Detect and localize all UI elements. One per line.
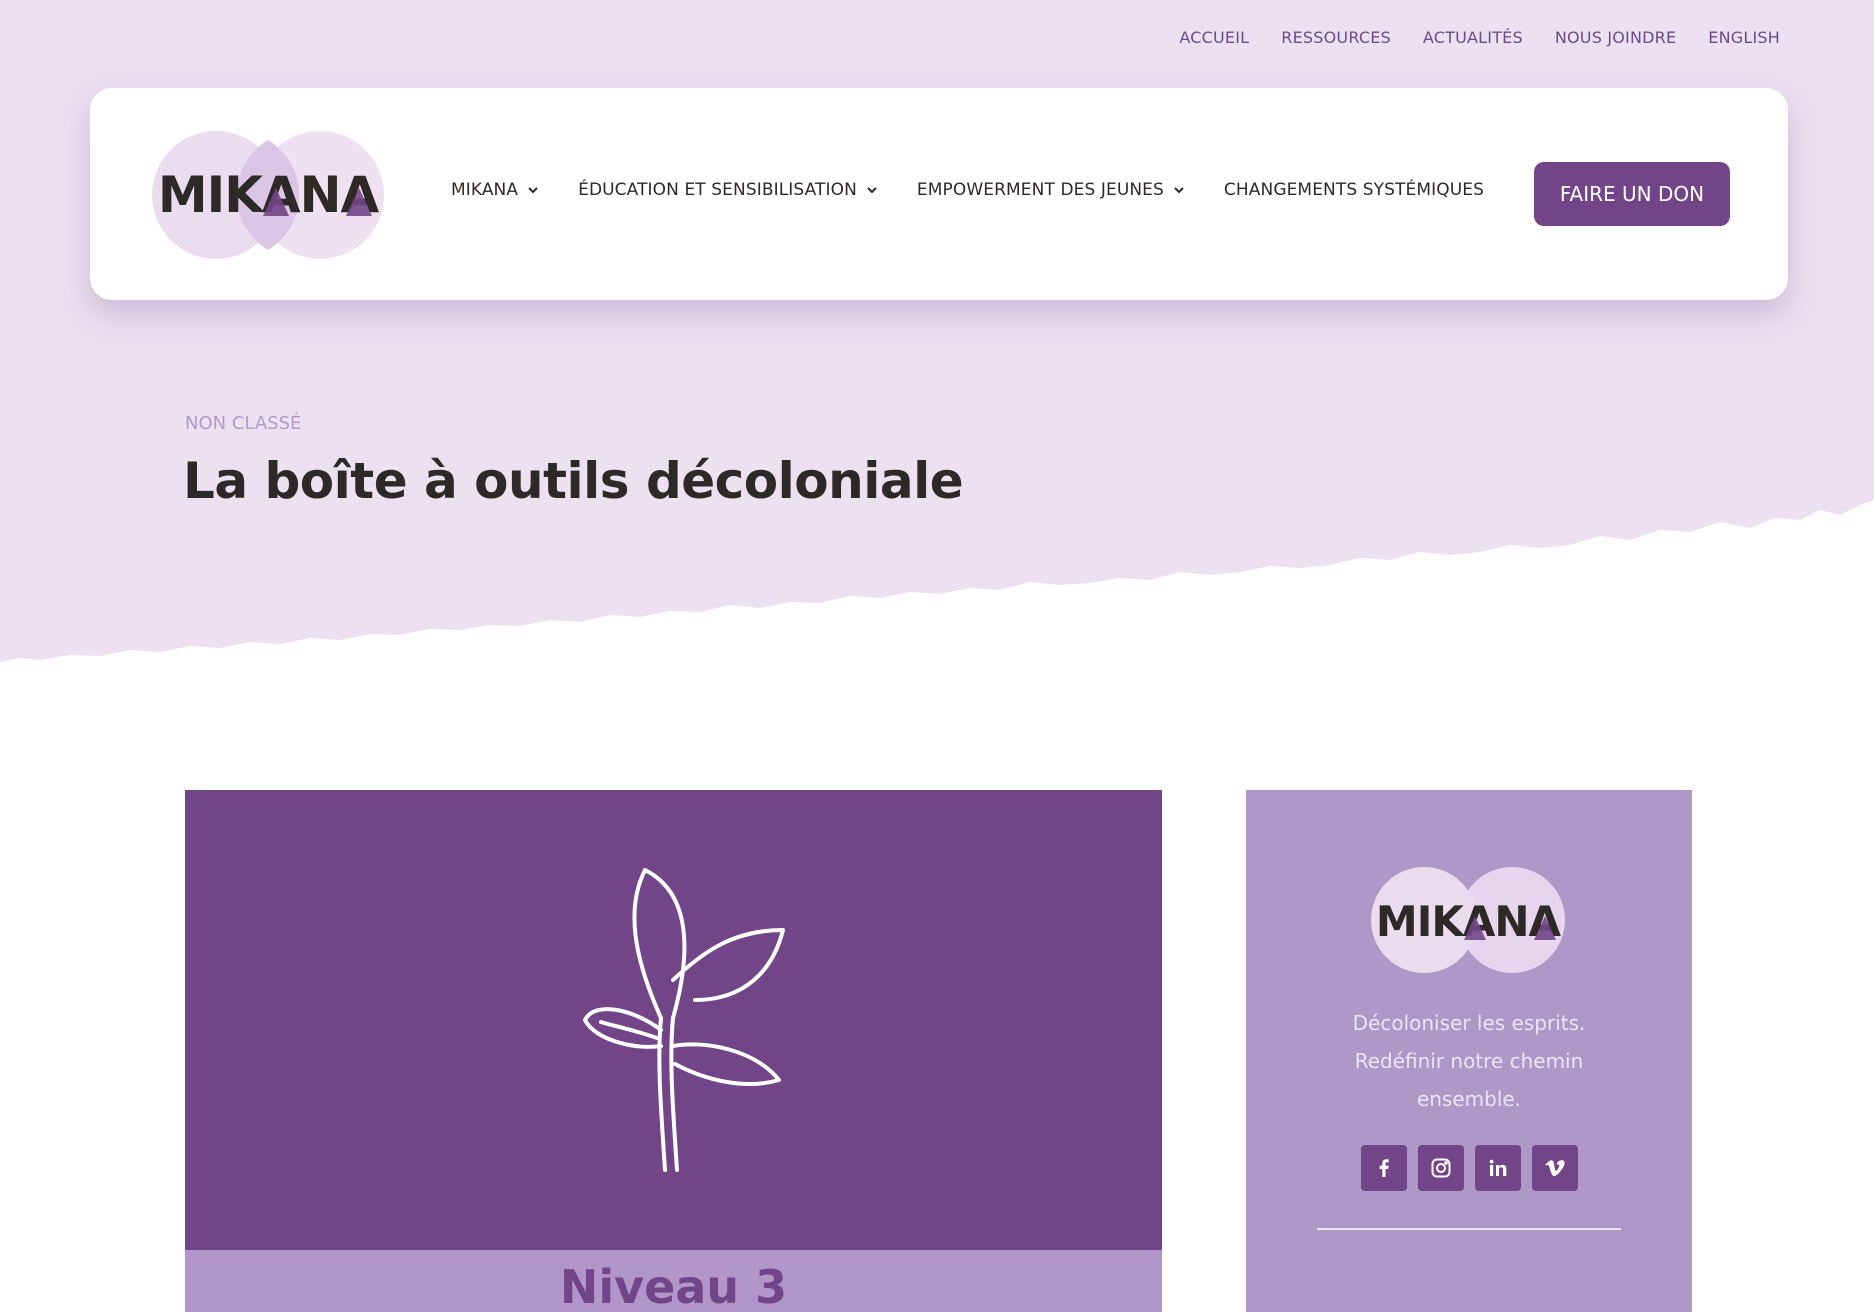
instagram-icon xyxy=(1431,1158,1451,1178)
level-title[interactable]: Niveau 3 xyxy=(185,1260,1162,1312)
nav-education-label: ÉDUCATION ET SENSIBILISATION xyxy=(578,180,857,200)
top-nav-english[interactable]: ENGLISH xyxy=(1708,28,1780,47)
tagline-line: Décoloniser les esprits. xyxy=(1352,1011,1586,1035)
nav-mikana[interactable]: MIKANA xyxy=(451,180,540,200)
sidebar-divider xyxy=(1317,1228,1621,1230)
sprout-icon xyxy=(583,868,785,1172)
top-utility-nav: ACCUEIL RESSOURCES ACTUALITÉS NOUS JOIND… xyxy=(1179,28,1780,47)
instagram-link[interactable] xyxy=(1418,1145,1464,1191)
sidebar: MIKANA Décoloniser les esprits. Redéfini… xyxy=(1246,790,1692,1312)
top-nav-nous-joindre[interactable]: NOUS JOINDRE xyxy=(1555,28,1676,47)
nav-mikana-label: MIKANA xyxy=(451,180,519,200)
primary-nav: MIKANA ÉDUCATION ET SENSIBILISATION EMPO… xyxy=(451,180,1522,200)
top-nav-ressources[interactable]: RESSOURCES xyxy=(1281,28,1391,47)
mikana-logo[interactable]: MIKANA xyxy=(150,130,386,260)
vimeo-link[interactable] xyxy=(1532,1145,1578,1191)
vimeo-icon xyxy=(1545,1160,1565,1176)
top-nav-actualites[interactable]: ACTUALITÉS xyxy=(1423,28,1523,47)
tagline-line: Redéfinir notre chemin xyxy=(1354,1049,1584,1073)
linkedin-link[interactable] xyxy=(1475,1145,1521,1191)
post-category[interactable]: NON CLASSÉ xyxy=(185,413,301,434)
nav-empowerment-label: EMPOWERMENT DES JEUNES xyxy=(916,180,1164,200)
nav-empowerment[interactable]: EMPOWERMENT DES JEUNES xyxy=(917,180,1186,200)
article-card: Niveau 3 xyxy=(185,790,1162,1312)
facebook-icon xyxy=(1379,1159,1389,1177)
top-nav-accueil[interactable]: ACCUEIL xyxy=(1179,28,1249,47)
social-links xyxy=(1361,1145,1578,1191)
tagline-line: ensemble. xyxy=(1416,1087,1522,1111)
mikana-logo: MIKANA xyxy=(1371,867,1565,973)
chevron-down-icon xyxy=(528,187,538,194)
nav-education[interactable]: ÉDUCATION ET SENSIBILISATION xyxy=(578,180,879,200)
article-footer: Niveau 3 xyxy=(185,1250,1162,1312)
nav-changements[interactable]: CHANGEMENTS SYSTÉMIQUES xyxy=(1224,180,1484,200)
article-image xyxy=(185,790,1162,1250)
chevron-down-icon xyxy=(867,187,877,194)
facebook-link[interactable] xyxy=(1361,1145,1407,1191)
linkedin-icon xyxy=(1489,1159,1507,1176)
donate-button[interactable]: FAIRE UN DON xyxy=(1534,162,1730,226)
chevron-down-icon xyxy=(1174,187,1184,194)
main-header: MIKANA MIKANA ÉDUCATION ET SENSIBILISATI… xyxy=(90,88,1788,300)
sidebar-tagline: Décoloniser les esprits. Redéfinir notre… xyxy=(1286,1004,1652,1118)
page-title: La boîte à outils décoloniale xyxy=(183,452,964,510)
nav-changements-label: CHANGEMENTS SYSTÉMIQUES xyxy=(1223,180,1484,200)
